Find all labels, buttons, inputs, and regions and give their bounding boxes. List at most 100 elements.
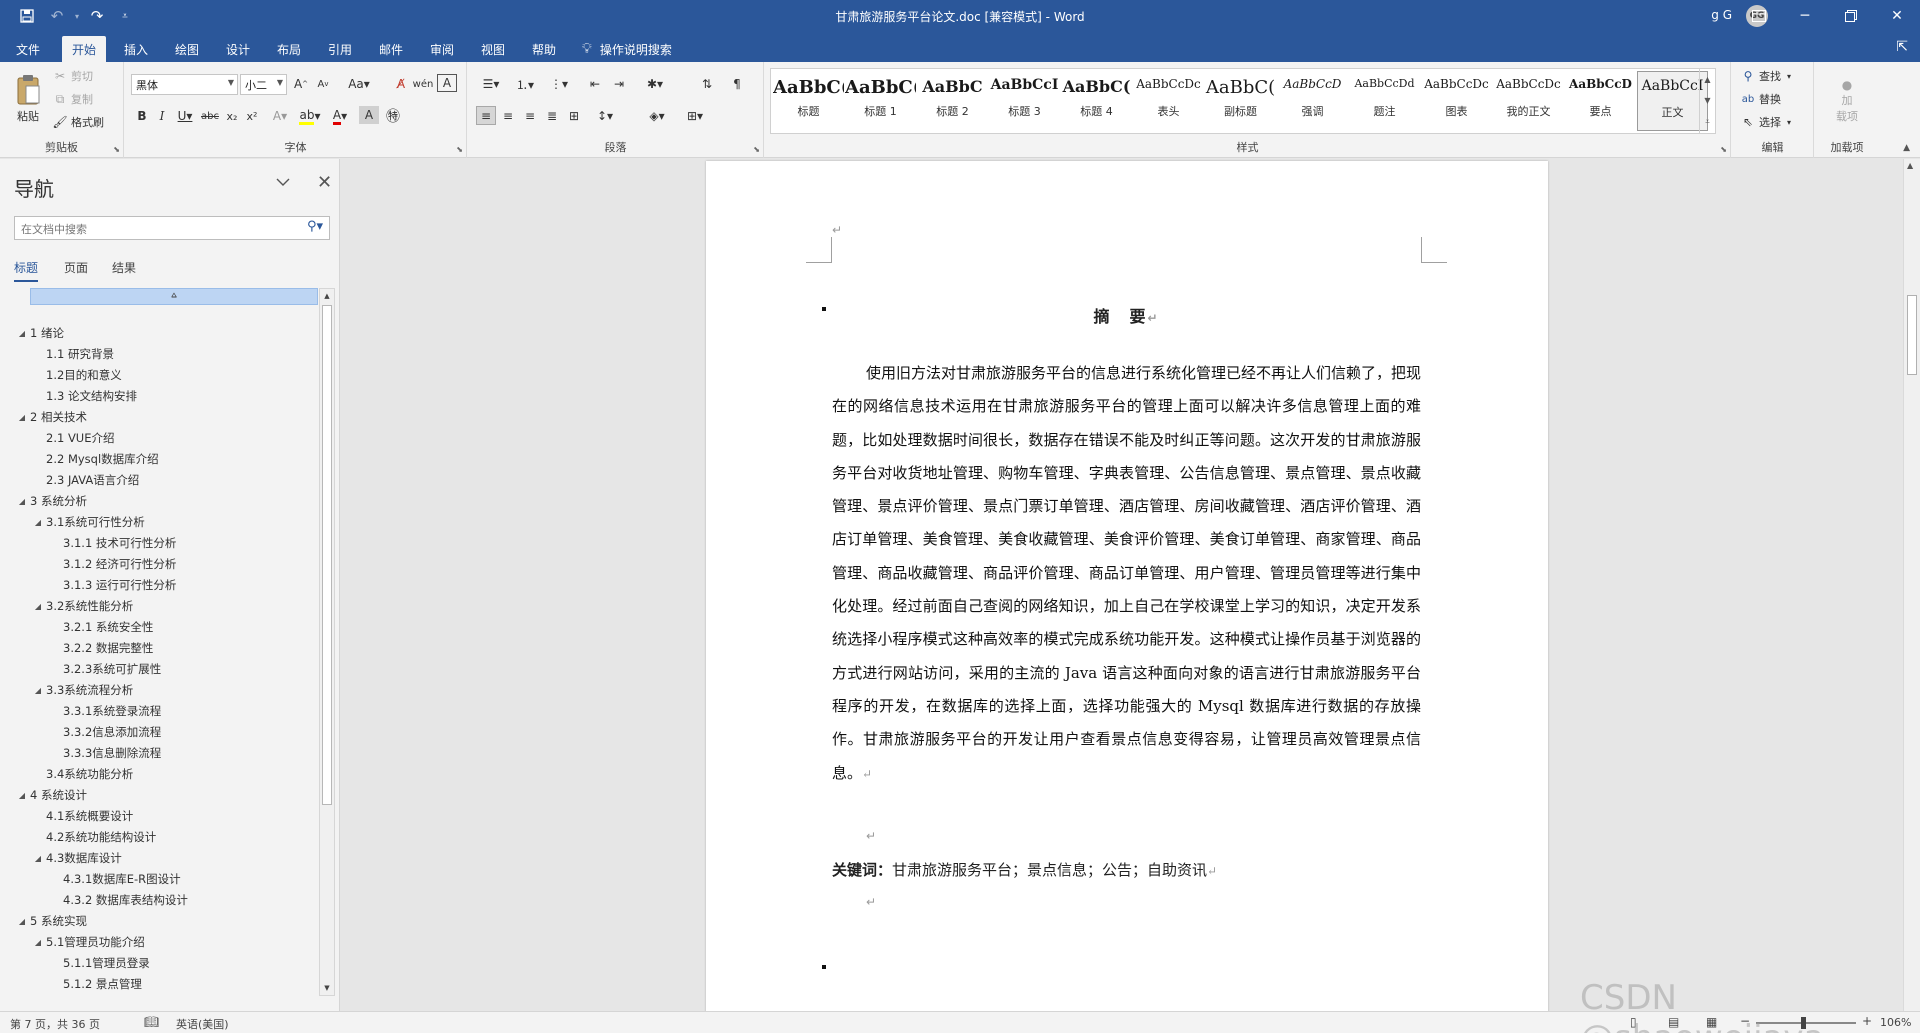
nav-heading-item[interactable]: ◢ 4 系统设计	[14, 785, 87, 805]
cut-button[interactable]: ✂ 剪切	[52, 68, 93, 84]
language-status[interactable]: 英语(美国)	[176, 1016, 229, 1032]
decrease-indent-icon[interactable]: ⇤	[584, 74, 606, 94]
addins-button[interactable]: ● 加 载项	[1827, 76, 1867, 126]
format-painter-button[interactable]: 🖌︎ 格式刷	[52, 114, 104, 130]
chevron-down-icon[interactable]	[276, 175, 290, 191]
nav-heading-item[interactable]: 3.2.3系统可扩展性	[47, 659, 161, 679]
style-item[interactable]: AaBbC(副标题	[1205, 71, 1276, 131]
nav-heading-item[interactable]: ◢ 2 相关技术	[14, 407, 87, 427]
nav-heading-item[interactable]: 3.3.2信息添加流程	[47, 722, 161, 742]
read-mode-icon[interactable]: ▯	[1630, 1015, 1637, 1029]
tab-layout[interactable]: 布局	[267, 36, 311, 62]
minimize-icon[interactable]: ─	[1782, 0, 1828, 32]
expand-triangle-icon[interactable]: ◢	[14, 791, 30, 800]
expand-triangle-icon[interactable]: ◢	[14, 917, 30, 926]
style-item[interactable]: AaBbCcD 强调	[1277, 71, 1348, 131]
font-size-select[interactable]: 小二 ▼	[240, 74, 287, 95]
expand-triangle-icon[interactable]: ◢	[14, 413, 30, 422]
strikethrough-icon[interactable]: abc	[199, 106, 221, 126]
expand-triangle-icon[interactable]: ◢	[14, 329, 30, 338]
replace-button[interactable]: ab 替换	[1740, 91, 1781, 107]
chinese-layout-icon[interactable]: ✱▾	[640, 74, 670, 94]
align-left-icon[interactable]: ≡	[476, 106, 496, 125]
nav-heading-item[interactable]: 3.2.1 系统安全性	[47, 617, 153, 637]
nav-heading-item[interactable]: ◢ 1 绪论	[14, 323, 64, 343]
font-color-icon[interactable]: A ▾	[327, 106, 353, 126]
tab-mailings[interactable]: 邮件	[369, 36, 413, 62]
borders-icon[interactable]: ⊞▾	[680, 106, 710, 126]
nav-heading-item[interactable]: ◢ 5.1管理员功能介绍	[30, 932, 145, 952]
nav-heading-item[interactable]: 5.1.1管理员登录	[47, 953, 150, 973]
style-item[interactable]: AaBbCcDd 题注	[1349, 71, 1420, 131]
justify-icon[interactable]: ≣	[542, 106, 562, 126]
nav-heading-item[interactable]: 4.1系统概要设计	[30, 806, 133, 826]
restore-icon[interactable]	[1828, 0, 1874, 32]
shading-icon[interactable]: ◈▾	[642, 106, 672, 126]
abstract-body[interactable]: 使用旧方法对甘肃旅游服务平台的信息进行系统化管理已经不再让人们信赖了，把现在的网…	[832, 357, 1421, 791]
multilevel-list-icon[interactable]: ⋮▾	[544, 74, 574, 94]
nav-heading-item[interactable]: 3.4系统功能分析	[30, 764, 133, 784]
nav-tab-results[interactable]: 结果	[112, 259, 136, 280]
chevron-up-icon[interactable]: ▲	[1907, 161, 1913, 170]
nav-heading-item[interactable]: 4.2系统功能结构设计	[30, 827, 156, 847]
subscript-icon[interactable]: x₂	[223, 106, 241, 126]
style-item[interactable]: AaBbCcI 标题 3	[989, 71, 1060, 131]
proofing-icon[interactable]: 📖︎	[144, 1015, 159, 1029]
customize-icon[interactable]: ⩡	[112, 5, 138, 27]
expand-triangle-icon[interactable]: ◢	[30, 602, 46, 611]
phonetic-guide-icon[interactable]: wén	[413, 74, 434, 94]
nav-heading-item[interactable]: 3.1.1 技术可行性分析	[47, 533, 176, 553]
style-item[interactable]: AaBbCcDc 表头	[1133, 71, 1204, 131]
web-layout-icon[interactable]: ▦	[1706, 1015, 1717, 1029]
search-icon[interactable]: ⚲▾	[307, 219, 323, 234]
sort-icon[interactable]: ⇅	[696, 74, 718, 94]
tab-home[interactable]: 开始	[62, 36, 107, 62]
text-effects-icon[interactable]: A▾	[267, 106, 293, 126]
gallery-scroll[interactable]: ▲ ▼ ⩡	[1699, 69, 1715, 133]
nav-tab-headings[interactable]: 标题	[14, 259, 39, 282]
collapse-ribbon-icon[interactable]: ▲	[1903, 143, 1910, 153]
show-marks-icon[interactable]: ¶	[726, 74, 748, 94]
nav-heading-item[interactable]: 4.3.1数据库E-R图设计	[47, 869, 181, 889]
tell-me-search[interactable]: 💡︎ 操作说明搜索	[582, 36, 672, 62]
zoom-slider-thumb[interactable]	[1801, 1017, 1806, 1029]
tab-draw[interactable]: 绘图	[165, 36, 209, 62]
bold-icon[interactable]: B	[133, 106, 151, 126]
tab-help[interactable]: 帮助	[522, 36, 566, 62]
page-count[interactable]: 第 7 页，共 36 页	[10, 1016, 100, 1032]
nav-heading-item[interactable]: 3.3.3信息删除流程	[47, 743, 161, 763]
character-shading-icon[interactable]: A	[359, 106, 379, 124]
highlight-icon[interactable]: ab ▾	[297, 106, 323, 126]
expand-triangle-icon[interactable]: ◢	[14, 497, 30, 506]
style-item[interactable]: AaBbC(标题	[773, 71, 844, 131]
zoom-in-icon[interactable]: +	[1862, 1014, 1872, 1028]
expand-triangle-icon[interactable]: ◢	[30, 938, 46, 947]
paste-button[interactable]: 粘贴	[8, 68, 48, 130]
nav-heading-item[interactable]: 3.1.2 经济可行性分析	[47, 554, 176, 574]
nav-heading-item[interactable]: ◢ 3 系统分析	[14, 491, 87, 511]
expand-triangle-icon[interactable]: ◢	[30, 518, 46, 527]
nav-heading-item[interactable]: 5.1.2 景点管理	[47, 974, 142, 994]
ribbon-display-icon[interactable]	[1736, 0, 1782, 32]
more-icon[interactable]: ⩡	[1700, 111, 1715, 132]
nav-heading-item[interactable]: ◢ 3.1系统可行性分析	[30, 512, 145, 532]
tab-insert[interactable]: 插入	[114, 36, 158, 62]
clear-formatting-icon[interactable]: A̸	[391, 74, 411, 94]
nav-tab-pages[interactable]: 页面	[64, 259, 88, 280]
align-center-icon[interactable]: ≡	[498, 106, 518, 126]
tab-file[interactable]: 文件	[6, 36, 50, 62]
style-item[interactable]: AaBbCcDc 图表	[1421, 71, 1492, 131]
redo-icon[interactable]: ↷	[84, 5, 110, 27]
zoom-out-icon[interactable]: −	[1740, 1014, 1750, 1028]
find-button[interactable]: ⚲ 查找 ▾	[1740, 68, 1791, 84]
dialog-launcher-icon[interactable]: ⬊	[1720, 145, 1727, 154]
scroll-to-top-bar[interactable]: ⩠	[30, 288, 318, 305]
character-border-icon[interactable]: A	[437, 74, 457, 92]
nav-heading-item[interactable]: 1.3 论文结构安排	[30, 386, 137, 406]
tab-design[interactable]: 设计	[216, 36, 260, 62]
nav-heading-item[interactable]: ◢ 3.3系统流程分析	[30, 680, 133, 700]
shrink-font-icon[interactable]: Av	[313, 74, 333, 94]
user-name[interactable]: g G	[1711, 8, 1732, 22]
style-item-selected[interactable]: AaBbCcI 正文	[1637, 71, 1708, 131]
document-page[interactable]: ↵ 摘 要↵ 使用旧方法对甘肃旅游服务平台的信息进行系统化管理已经不再让人们信赖…	[706, 161, 1548, 1011]
